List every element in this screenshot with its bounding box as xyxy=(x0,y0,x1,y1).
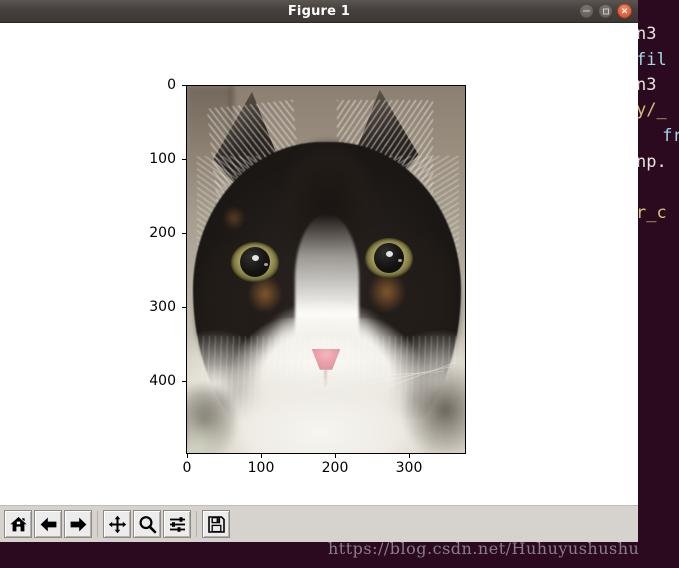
maximize-icon xyxy=(602,8,609,14)
floppy-disk-icon xyxy=(207,515,226,534)
ytick-label-100: 100 xyxy=(149,151,176,167)
close-button[interactable]: × xyxy=(617,3,632,19)
terminal-line-4: y/_ xyxy=(636,100,667,120)
toolbar-separator-2 xyxy=(196,511,197,537)
maximize-button[interactable] xyxy=(598,3,613,19)
toolbar-separator-1 xyxy=(97,511,98,537)
magnifier-icon xyxy=(138,515,157,534)
pan-button[interactable] xyxy=(103,510,131,538)
ytick-label-200: 200 xyxy=(149,225,176,241)
ytick-mark-300 xyxy=(182,307,186,308)
ytick-mark-400 xyxy=(182,381,186,382)
ytick-mark-100 xyxy=(182,159,186,160)
zoom-button[interactable] xyxy=(133,510,161,538)
home-icon xyxy=(9,515,28,534)
ytick-label-0: 0 xyxy=(167,77,176,93)
arrow-left-icon xyxy=(39,515,58,534)
terminal-line-5: fr xyxy=(662,126,679,146)
forward-button[interactable] xyxy=(64,510,92,538)
close-icon: × xyxy=(620,6,629,16)
xtick-mark-200 xyxy=(335,454,336,458)
cat-photo xyxy=(187,86,465,453)
xtick-mark-300 xyxy=(409,454,410,458)
screen: n3 fil n3 y/_ fr np. r_c https://blog.cs… xyxy=(0,0,679,568)
window-title: Figure 1 xyxy=(287,3,351,19)
figure-window: Figure 1 × 0 100 200 300 0 100 200 300 4… xyxy=(0,0,638,542)
terminal-line-6: np. xyxy=(636,152,667,172)
minimize-icon xyxy=(583,10,590,12)
terminal-line-3: n3 xyxy=(636,75,667,95)
figure-canvas[interactable]: 0 100 200 300 0 100 200 300 400 xyxy=(0,23,638,505)
terminal-line-7: r_c xyxy=(636,203,667,223)
navigation-toolbar xyxy=(0,505,638,542)
window-titlebar[interactable]: Figure 1 × xyxy=(0,0,638,23)
window-controls: × xyxy=(579,3,632,19)
ytick-mark-200 xyxy=(182,233,186,234)
cat-eye-right xyxy=(365,238,413,278)
home-button[interactable] xyxy=(4,510,32,538)
move-icon xyxy=(108,515,127,534)
xtick-label-100: 100 xyxy=(247,460,275,476)
ytick-label-400: 400 xyxy=(149,373,176,389)
ytick-mark-0 xyxy=(182,85,186,86)
xtick-label-200: 200 xyxy=(321,460,349,476)
cat-eye-left xyxy=(231,242,279,282)
xtick-label-300: 300 xyxy=(395,460,423,476)
arrow-right-icon xyxy=(69,515,88,534)
sliders-icon xyxy=(168,515,187,534)
image-axes[interactable] xyxy=(186,85,466,454)
xtick-label-0: 0 xyxy=(182,460,192,476)
subplots-button[interactable] xyxy=(163,510,191,538)
back-button[interactable] xyxy=(34,510,62,538)
terminal-line-1: n3 xyxy=(636,24,667,44)
xtick-mark-100 xyxy=(261,454,262,458)
terminal-line-2: fil xyxy=(636,50,667,70)
save-button[interactable] xyxy=(202,510,230,538)
ytick-label-300: 300 xyxy=(149,299,176,315)
minimize-button[interactable] xyxy=(579,3,594,19)
xtick-mark-0 xyxy=(187,454,188,458)
